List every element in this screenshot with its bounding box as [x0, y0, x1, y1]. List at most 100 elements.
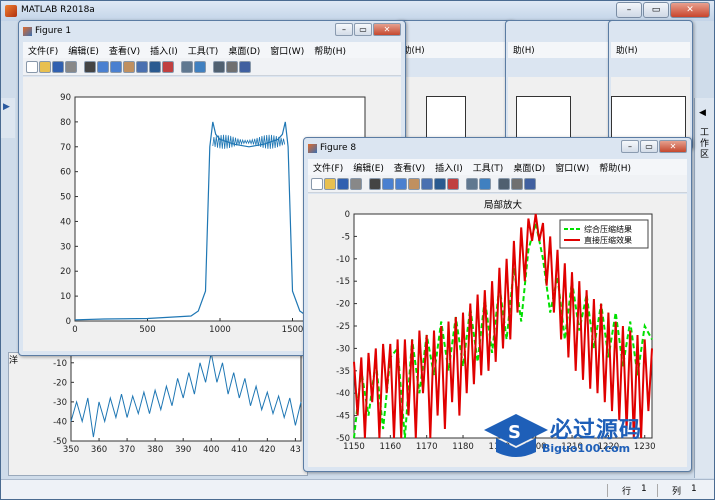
lower-figure[interactable]: 洋 -10 -20 -30 -40 -50 350 360 370 380 390 400 410 42… — [8, 352, 308, 476]
fig8-legend-label-1: 直接压缩效果 — [584, 235, 632, 245]
data-cursor-icon[interactable] — [434, 177, 446, 190]
open-folder-icon[interactable] — [39, 60, 51, 73]
lower-chart: -10-20-30-40-50350 360 370 380 390 400 410 420 4… — [53, 353, 302, 455]
lower-x-tick-label: 380 — [147, 445, 163, 455]
main-titlebar: MATLAB R2018a – ▭ ✕ — [1, 1, 714, 21]
hide-plot-tools-icon[interactable] — [511, 177, 523, 190]
fig8-y-tick-label: -30 — [336, 344, 350, 354]
bg-menu-help-2[interactable]: 助(H) — [513, 44, 535, 56]
fig8-y-tick-label: -40 — [336, 389, 350, 399]
fig8-y-tick-label: -5 — [342, 232, 350, 242]
print-icon[interactable] — [350, 177, 362, 190]
fig1-menu-item-3[interactable]: 插入(I) — [150, 44, 178, 57]
bg-menu-help[interactable]: 助(H) — [403, 44, 425, 56]
save-icon[interactable] — [52, 60, 64, 73]
fig8-y-tick-label: -35 — [336, 367, 350, 377]
fig8-menu-item-6[interactable]: 窗口(W) — [555, 161, 589, 174]
graduation-cap-icon: S — [484, 414, 548, 457]
close-button[interactable]: ✕ — [670, 2, 710, 18]
lower-x-tick-label: 350 — [63, 445, 79, 455]
fig1-y-tick-label: 70 — [60, 143, 71, 153]
zoom-out-icon[interactable] — [395, 177, 407, 190]
legend-icon[interactable] — [498, 177, 510, 190]
fig1-minimize-button[interactable]: – — [335, 23, 353, 36]
colorbar-icon[interactable] — [194, 60, 206, 73]
workspace-tab[interactable]: 工作区 — [700, 128, 710, 161]
lower-x-tick-label: 400 — [203, 445, 219, 455]
fig1-y-tick-label: 30 — [60, 242, 71, 252]
pointer-icon[interactable] — [369, 177, 381, 190]
fig8-minimize-button[interactable]: – — [621, 140, 639, 153]
fig8-maximize-button[interactable]: ▭ — [640, 140, 658, 153]
fig8-menu-item-3[interactable]: 插入(I) — [435, 161, 463, 174]
fig1-y-tick-label: 40 — [60, 217, 71, 227]
zoom-out-icon[interactable] — [110, 60, 122, 73]
open-folder-icon[interactable] — [324, 177, 336, 190]
hide-plot-tools-icon[interactable] — [226, 60, 238, 73]
show-plot-tools-icon[interactable] — [524, 177, 536, 190]
pointer-icon[interactable] — [84, 60, 96, 73]
figure-8-toolbar — [308, 175, 687, 193]
brush-icon[interactable] — [162, 60, 174, 73]
fig8-menu-item-0[interactable]: 文件(F) — [313, 161, 343, 174]
fig8-x-tick-label: 1180 — [452, 442, 474, 452]
fig1-menu-item-6[interactable]: 窗口(W) — [270, 44, 304, 57]
fig8-y-tick-label: -20 — [336, 300, 350, 310]
background-figure-3[interactable]: 助(H) — [608, 20, 693, 156]
fig1-menu-item-7[interactable]: 帮助(H) — [314, 44, 346, 57]
fig1-close-button[interactable]: ✕ — [373, 23, 401, 36]
fig1-y-tick-label: 20 — [60, 267, 71, 277]
fig1-maximize-button[interactable]: ▭ — [354, 23, 372, 36]
brush-icon[interactable] — [447, 177, 459, 190]
fig8-close-button[interactable]: ✕ — [659, 140, 687, 153]
expand-arrow-icon[interactable]: ▶ — [3, 102, 10, 112]
show-plot-tools-icon[interactable] — [239, 60, 251, 73]
data-cursor-icon[interactable] — [149, 60, 161, 73]
lower-y-tick-label: -40 — [53, 417, 67, 427]
rotate-icon[interactable] — [421, 177, 433, 190]
watermark-logo: S 必过源码 Biguo100.com — [480, 408, 680, 468]
fig8-y-tick-label: 0 — [345, 210, 350, 220]
rotate-icon[interactable] — [136, 60, 148, 73]
fig1-menu-item-5[interactable]: 桌面(D) — [228, 44, 260, 57]
lower-x-tick-label: 43 — [290, 445, 301, 455]
bg-menu-help-3[interactable]: 助(H) — [616, 44, 638, 56]
zoom-in-icon[interactable] — [382, 177, 394, 190]
fig8-plot-title: 局部放大 — [484, 199, 523, 211]
link-icon[interactable] — [181, 60, 193, 73]
fig8-x-tick-label: 1160 — [380, 442, 402, 452]
collapse-arrow-icon[interactable]: ◀ — [699, 108, 706, 118]
fig1-menu-item-4[interactable]: 工具(T) — [188, 44, 219, 57]
save-icon[interactable] — [337, 177, 349, 190]
figure-1-title: Figure 1 — [35, 26, 72, 36]
link-icon[interactable] — [466, 177, 478, 190]
new-file-icon[interactable] — [26, 60, 38, 73]
zoom-in-icon[interactable] — [97, 60, 109, 73]
fig8-menu-item-1[interactable]: 编辑(E) — [353, 161, 384, 174]
new-file-icon[interactable] — [311, 177, 323, 190]
fig8-menu-item-5[interactable]: 桌面(D) — [513, 161, 545, 174]
figure-8-title: Figure 8 — [320, 143, 357, 153]
pan-icon[interactable] — [123, 60, 135, 73]
row-label: 行 — [607, 484, 631, 497]
row-value: 1 — [641, 484, 647, 494]
pan-icon[interactable] — [408, 177, 420, 190]
main-window-controls: – ▭ ✕ — [615, 2, 710, 18]
background-figure-1[interactable]: 助(H) — [395, 20, 515, 156]
fig8-menu-item-4[interactable]: 工具(T) — [473, 161, 504, 174]
fig1-menu-item-0[interactable]: 文件(F) — [28, 44, 58, 57]
fig1-menu-item-2[interactable]: 查看(V) — [109, 44, 140, 57]
lower-axes-box — [70, 353, 302, 442]
fig1-x-tick-label: 1500 — [282, 325, 304, 335]
minimize-button[interactable]: – — [616, 2, 642, 18]
fig8-menu-item-7[interactable]: 帮助(H) — [599, 161, 631, 174]
legend-icon[interactable] — [213, 60, 225, 73]
fig8-menu-item-2[interactable]: 查看(V) — [394, 161, 425, 174]
fig1-menu-item-1[interactable]: 编辑(E) — [68, 44, 99, 57]
maximize-button[interactable]: ▭ — [643, 2, 669, 18]
print-icon[interactable] — [65, 60, 77, 73]
colorbar-icon[interactable] — [479, 177, 491, 190]
figure-8-menubar: 文件(F) 编辑(E) 查看(V) 插入(I) 工具(T) 桌面(D) 窗口(W) 帮助(H) — [308, 159, 687, 175]
background-figure-2[interactable]: 助(H) — [505, 20, 615, 156]
lower-x-tick-label: 360 — [91, 445, 107, 455]
